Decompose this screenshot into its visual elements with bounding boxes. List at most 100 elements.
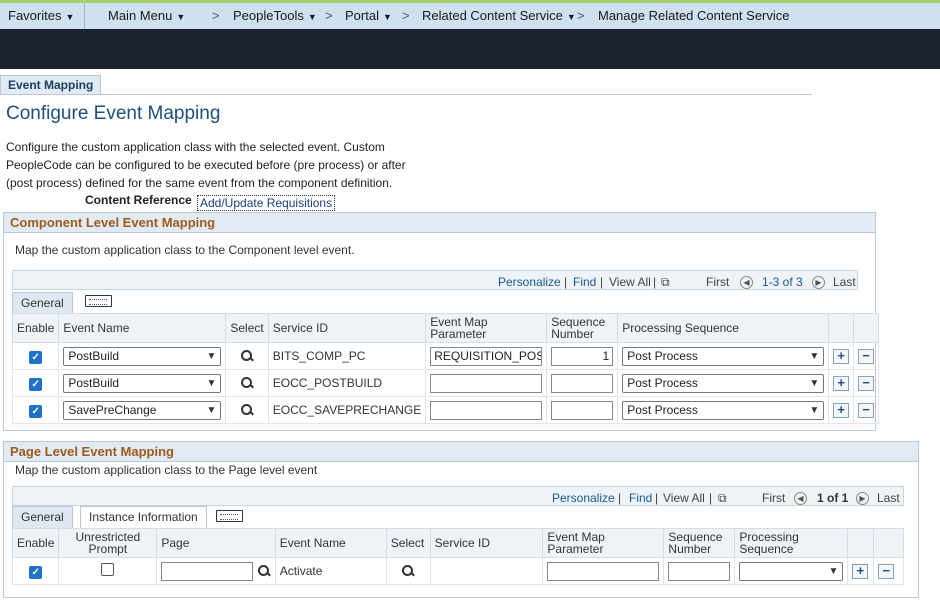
tab-general[interactable]: General [12, 506, 73, 529]
col-enable: Enable [11, 528, 60, 558]
seq-num-cell: 1 [546, 342, 619, 370]
add-row-button[interactable]: + [852, 563, 869, 579]
event-map-param-cell [425, 396, 548, 424]
proc-seq-select[interactable]: ▼ [739, 561, 844, 581]
seq-num-input[interactable] [551, 373, 614, 393]
table-row: ✓ PostBuild ▼ BITS_COMP_PC REQUISITION_PO… [11, 342, 880, 370]
component-level-instruction: Map the custom application class to the … [15, 243, 355, 257]
chevron-down-icon: ▼ [307, 12, 317, 22]
proc-seq-value: Post Process [627, 375, 698, 390]
view-all-link[interactable]: View All [663, 491, 705, 505]
col-seq-num: Sequence Number [546, 313, 619, 343]
main-menu[interactable]: Main Menu ▼ [108, 8, 185, 23]
enable-cell: ✓ [11, 396, 60, 424]
table-row: ✓ Activate ▼ + − [11, 557, 904, 585]
seq-num-input[interactable] [668, 561, 731, 581]
page-grid-nav: Personalize | Find | View All | ⧉ First … [12, 486, 904, 506]
grid-nav-divider: | [600, 275, 604, 289]
event-name-value: SavePreChange [68, 402, 157, 417]
event-map-param-input[interactable]: REQUISITION_POS [430, 346, 543, 366]
event-map-param-input[interactable] [547, 561, 660, 581]
content-reference-link[interactable]: Add/Update Requisitions [197, 195, 336, 211]
find-link[interactable]: Find [573, 275, 596, 289]
show-all-columns-icon[interactable] [85, 295, 112, 307]
proc-seq-cell: Post Process ▼ [617, 342, 830, 370]
page-input[interactable] [161, 561, 254, 581]
event-name-select[interactable]: PostBuild ▼ [63, 346, 222, 366]
search-icon[interactable] [240, 376, 254, 390]
next-row-button[interactable]: ▶ [856, 491, 869, 506]
chevron-down-icon: ▼ [809, 404, 820, 416]
download-icon[interactable]: ⧉ [718, 491, 727, 506]
event-map-param-input[interactable] [430, 400, 543, 420]
table-row: ✓ SavePreChange ▼ EOCC_SAVEPRECHANGE Post… [11, 396, 880, 424]
show-all-columns-icon[interactable] [216, 510, 243, 522]
search-icon[interactable] [240, 349, 254, 363]
delete-cell: − [853, 396, 880, 424]
col-event-name: Event Name [274, 528, 387, 558]
delete-row-button[interactable]: − [858, 348, 875, 364]
component-event-table: Enable Event Name Select Service ID Even… [11, 313, 880, 424]
event-name-cell: PostBuild ▼ [58, 369, 227, 397]
personalize-link[interactable]: Personalize [552, 491, 615, 505]
download-icon[interactable]: ⧉ [661, 275, 670, 290]
add-row-button[interactable]: + [833, 375, 850, 391]
main-menu-label: Main Menu [108, 8, 173, 23]
tab-general[interactable]: General [12, 292, 73, 314]
component-grid-nav: Personalize | Find | View All | ⧉ First … [12, 270, 858, 290]
favorites-menu[interactable]: Favorites ▼ [8, 8, 74, 23]
chevron-down-icon: ▼ [206, 404, 217, 416]
page-level-header: Page Level Event Mapping [4, 442, 918, 462]
event-map-param-input[interactable] [430, 373, 543, 393]
event-name-select[interactable]: PostBuild ▼ [63, 373, 222, 393]
manage-related-content-link[interactable]: Manage Related Content Service [598, 8, 790, 23]
delete-row-button[interactable]: − [858, 402, 875, 418]
enable-checkbox[interactable]: ✓ [29, 404, 43, 418]
personalize-link[interactable]: Personalize [498, 275, 561, 289]
content-reference-label: Content Reference [85, 193, 192, 207]
first-label: First [762, 491, 786, 505]
proc-seq-cell: ▼ [734, 557, 849, 585]
event-name-cell: PostBuild ▼ [58, 342, 227, 370]
page-cell [156, 557, 276, 585]
search-icon[interactable] [240, 403, 254, 417]
proc-seq-select[interactable]: Post Process ▼ [622, 373, 825, 393]
grid-nav-divider: | [564, 275, 568, 289]
related-content-service-menu[interactable]: Related Content Service ▼ [422, 8, 576, 23]
peopletools-menu[interactable]: PeopleTools ▼ [233, 8, 317, 23]
chevron-down-icon: ▼ [206, 350, 217, 362]
tab-instance-information[interactable]: Instance Information [80, 506, 207, 529]
proc-seq-select[interactable]: Post Process ▼ [622, 400, 825, 420]
enable-checkbox[interactable]: ✓ [29, 377, 43, 391]
enable-checkbox[interactable]: ✓ [29, 350, 43, 364]
delete-row-button[interactable]: − [858, 375, 875, 391]
next-row-button[interactable]: ▶ [812, 275, 825, 290]
search-icon[interactable] [401, 564, 415, 578]
event-name-value: PostBuild [68, 348, 120, 363]
add-row-button[interactable]: + [833, 348, 850, 364]
breadcrumb-separator-icon: > [577, 8, 585, 23]
unrestricted-cell [58, 557, 158, 585]
grid-nav-divider: | [655, 491, 659, 505]
select-cell [225, 396, 269, 424]
breadcrumb-separator-icon: > [212, 8, 220, 23]
tab-event-mapping[interactable]: Event Mapping [0, 75, 102, 95]
find-link[interactable]: Find [629, 491, 652, 505]
seq-num-input[interactable] [551, 400, 614, 420]
portal-menu[interactable]: Portal ▼ [345, 8, 392, 23]
col-proc-seq: Processing Sequence [734, 528, 849, 558]
add-row-button[interactable]: + [833, 402, 850, 418]
prev-row-button[interactable]: ◀ [794, 491, 807, 506]
select-cell [225, 369, 269, 397]
unrestricted-prompt-checkbox[interactable] [101, 563, 115, 576]
view-all-link[interactable]: View All [609, 275, 651, 289]
enable-checkbox[interactable]: ✓ [29, 565, 43, 579]
search-icon[interactable] [257, 564, 271, 578]
prev-row-button[interactable]: ◀ [740, 275, 753, 290]
delete-row-button[interactable]: − [878, 563, 895, 579]
event-name-select[interactable]: SavePreChange ▼ [63, 400, 222, 420]
delete-cell: − [873, 557, 904, 585]
seq-num-input[interactable]: 1 [551, 346, 614, 366]
row-count: 1-3 of 3 [762, 275, 803, 289]
proc-seq-select[interactable]: Post Process ▼ [622, 346, 825, 366]
